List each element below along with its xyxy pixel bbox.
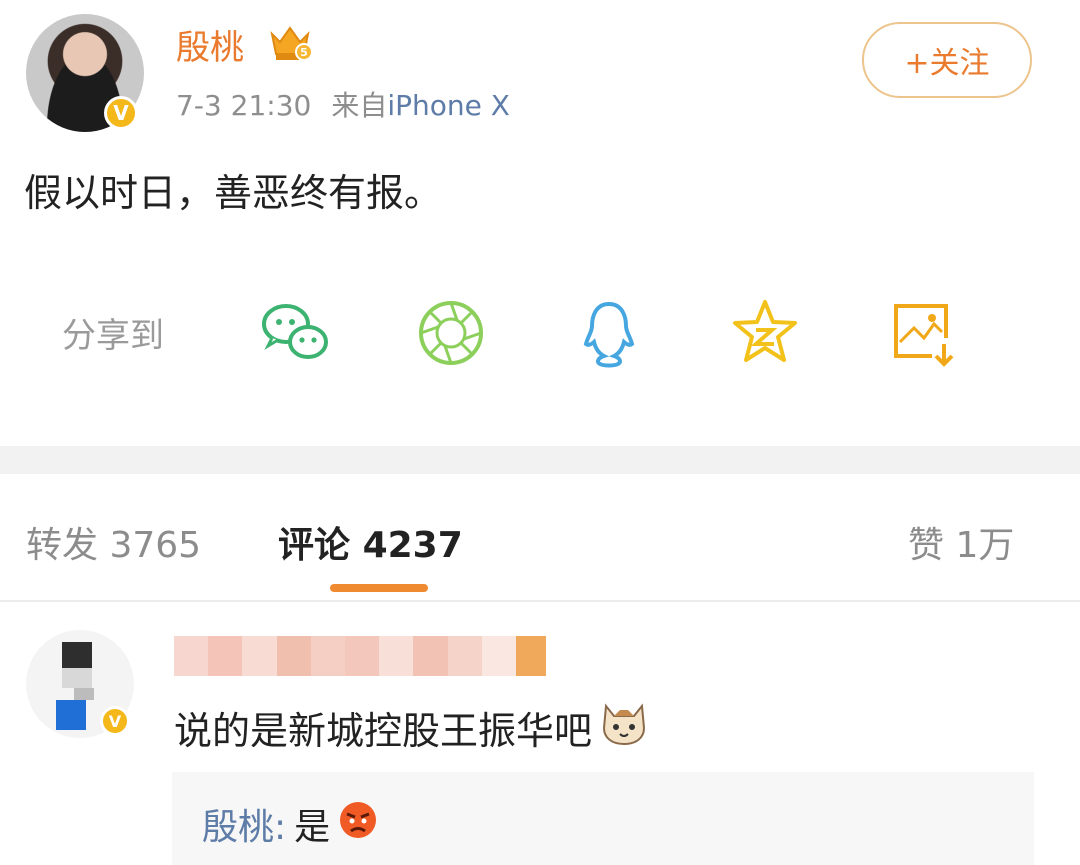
tab-likes-count: 1万 (955, 525, 1015, 566)
comment-body: 说的是新城控股王振华吧 (174, 700, 648, 755)
post-source-device[interactable]: iPhone X (387, 89, 510, 122)
wechat-icon[interactable] (256, 294, 334, 372)
angry-face-icon (338, 800, 378, 849)
tab-repost-label: 转发 (26, 525, 99, 566)
post-time: 7-3 21:30 (176, 89, 312, 122)
tab-likes-label: 赞 (908, 525, 945, 566)
moments-icon[interactable] (412, 294, 490, 372)
commenter-verified-icon: V (100, 706, 130, 736)
tab-likes[interactable]: 赞 1万 (908, 516, 1014, 568)
tab-comments-label: 评论 (278, 525, 351, 566)
commenter-name-blurred[interactable] (174, 636, 547, 676)
follow-button[interactable]: +关注 (862, 22, 1032, 98)
reply-text: 是 (294, 807, 331, 848)
svg-text:5: 5 (300, 46, 308, 59)
tab-repost[interactable]: 转发 3765 (26, 516, 201, 568)
crown-level-icon: 5 (268, 20, 313, 68)
tab-divider (0, 600, 1080, 602)
share-label: 分享到 (62, 316, 164, 356)
qzone-icon[interactable] (726, 294, 804, 372)
tab-comments[interactable]: 评论 4237 (278, 516, 463, 568)
post-source-prefix: 来自 (331, 89, 388, 122)
save-image-icon[interactable] (884, 294, 962, 372)
post-content: 假以时日，善恶终有报。 (24, 171, 443, 215)
qq-icon[interactable] (570, 294, 648, 372)
section-divider (0, 446, 1080, 474)
comment-text: 说的是新城控股王振华吧 (174, 709, 593, 753)
active-tab-indicator (330, 584, 428, 592)
verified-badge-icon: V (104, 96, 138, 130)
author-name[interactable]: 殷桃 (176, 20, 244, 69)
reply-author[interactable]: 殷桃: (202, 798, 286, 850)
tab-repost-count: 3765 (109, 525, 202, 566)
reply-line: 殷桃: 是 (202, 798, 378, 850)
post-meta: 7-3 21:30 来自iPhone X (176, 84, 510, 124)
cat-face-icon (600, 700, 648, 755)
tab-comments-count: 4237 (362, 525, 463, 566)
